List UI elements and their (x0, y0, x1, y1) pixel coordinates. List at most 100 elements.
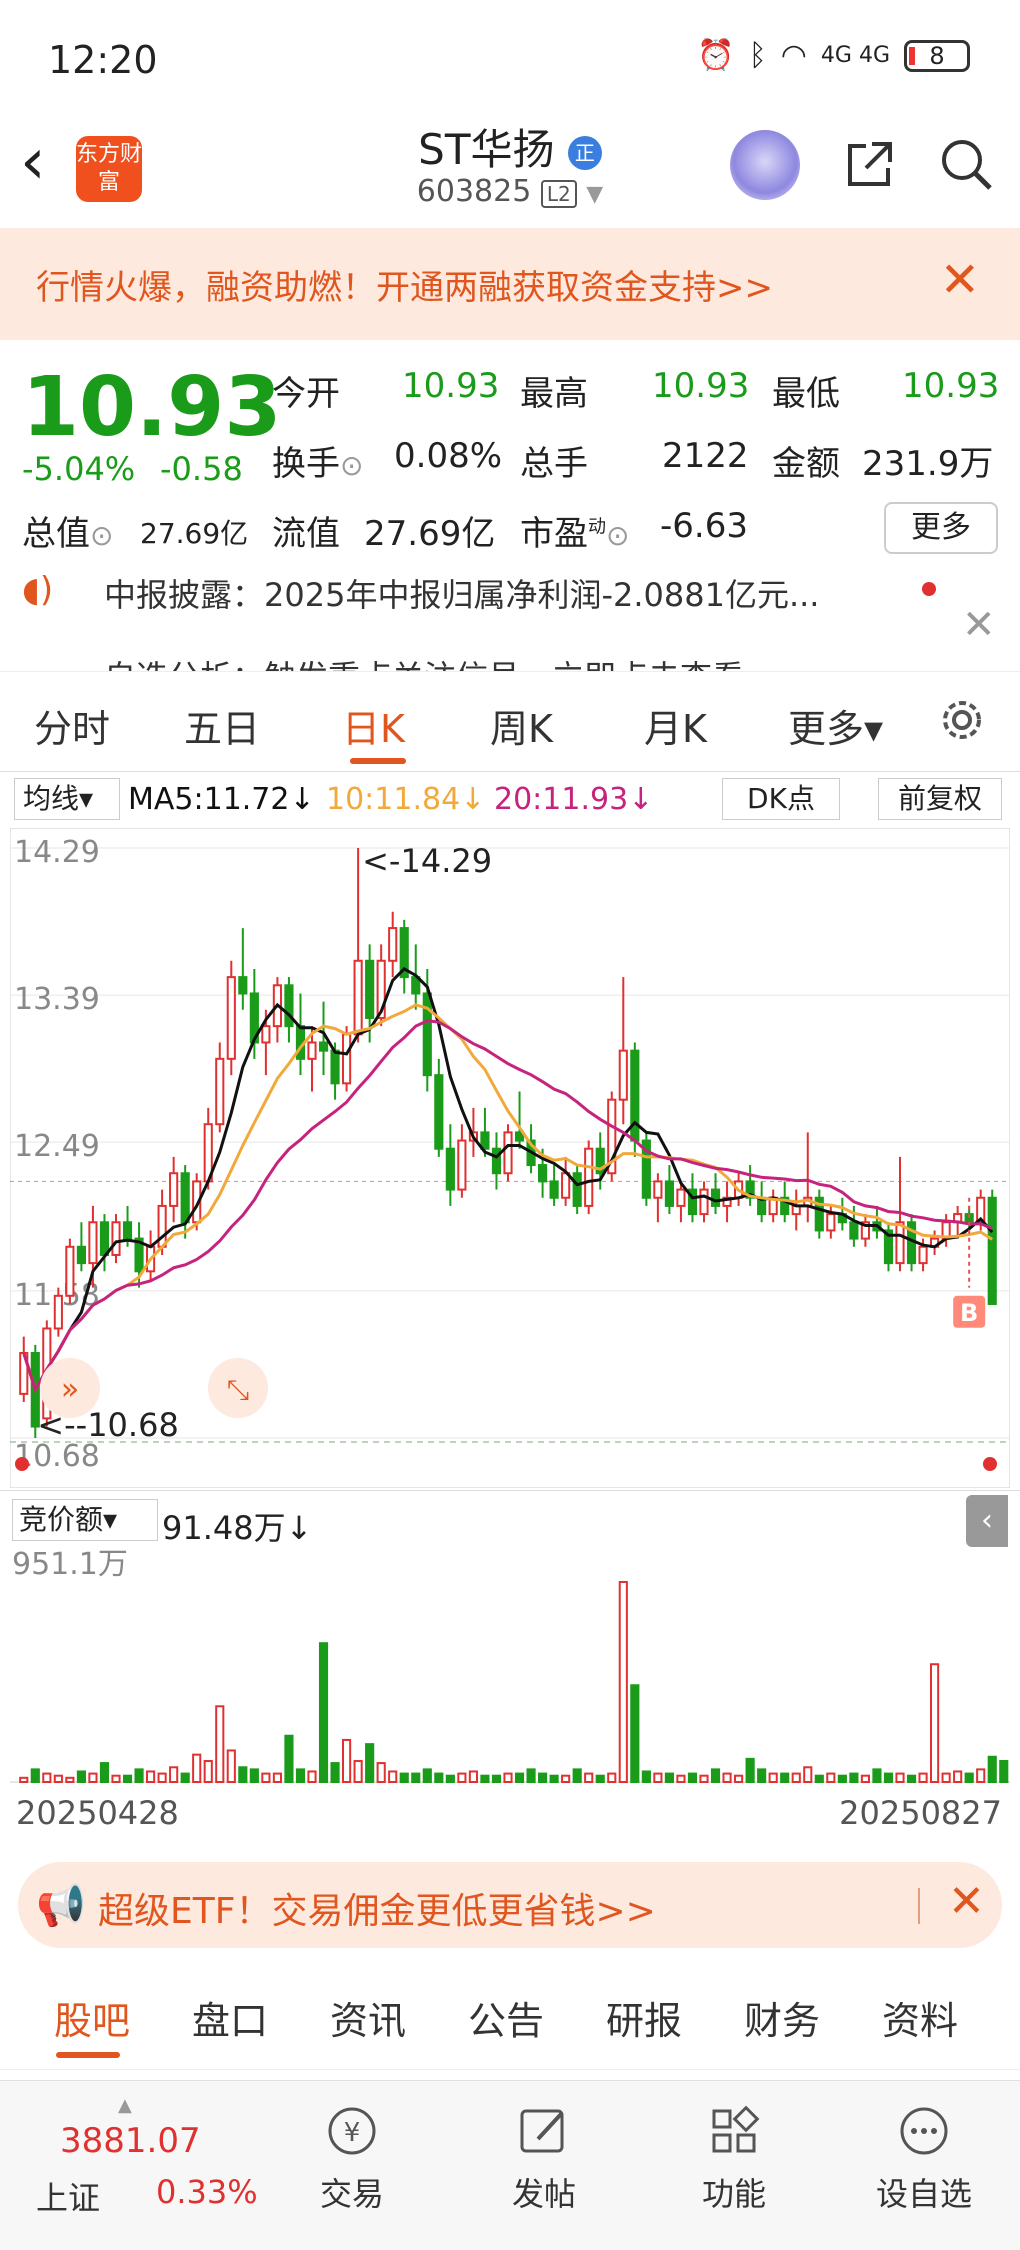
tab-daily-k[interactable]: 日K (342, 698, 405, 753)
more-button[interactable]: 更多 (884, 502, 998, 554)
period-tabs: 分时 五日 日K 周K 月K 更多▾ (0, 672, 1020, 772)
volume-bar (837, 1774, 847, 1784)
double-arrow-glyph: » (61, 1372, 79, 1407)
volume-bar (330, 1762, 340, 1783)
volume-bar (745, 1757, 755, 1783)
candle-body (318, 1041, 329, 1052)
volume-bar (883, 1772, 894, 1783)
close-icon[interactable]: ✕ (948, 1876, 985, 1927)
stock-name: ST华扬 (418, 125, 555, 174)
candle-body (261, 1025, 271, 1044)
tab-orderbook[interactable]: 盘口 (192, 1990, 268, 2045)
volume-bar (676, 1774, 686, 1784)
candle-body (918, 1245, 928, 1265)
stock-code: 603825 (416, 174, 532, 209)
adjust-button[interactable]: 前复权 (878, 778, 1002, 820)
news-ticker[interactable]: ◖) 中报披露：2025年中报归属净利润-2.0881亿元... ✕ 自选分析：… (0, 570, 1020, 672)
pe-value: -6.63 (660, 506, 748, 546)
tab-announcements[interactable]: 公告 (468, 1990, 544, 2045)
mktcap-value: 27.69亿 (140, 517, 249, 550)
functions-button[interactable]: 功能 (674, 2101, 794, 2215)
add-watchlist-button[interactable]: 设自选 (864, 2101, 984, 2215)
volume-bar (261, 1772, 271, 1783)
current-price: 10.93 (22, 360, 282, 455)
tab-forum[interactable]: 股吧 (54, 1990, 130, 2045)
assistant-avatar[interactable] (730, 130, 800, 200)
edit-icon (520, 2109, 564, 2153)
candle-body (307, 1041, 317, 1060)
volume-bar (422, 1768, 432, 1783)
candle-body (676, 1188, 686, 1207)
gear-icon[interactable] (936, 694, 988, 746)
volume-bar (88, 1772, 98, 1783)
tab-more[interactable]: 更多▾ (788, 698, 883, 753)
volume-selector[interactable]: 竞价额▾ (12, 1499, 158, 1541)
close-icon[interactable]: ✕ (962, 602, 996, 648)
volume-bar (353, 1759, 363, 1784)
tab-underline (56, 2052, 120, 2058)
tab-five-day[interactable]: 五日 (184, 698, 260, 753)
volume-bar (757, 1768, 767, 1783)
close-icon[interactable]: ✕ (940, 252, 980, 308)
candle-body (895, 1221, 905, 1265)
candle-body (65, 1245, 75, 1297)
turnover-label-text: 换手 (272, 444, 340, 484)
tab-profile[interactable]: 资料 (882, 1990, 958, 2045)
tab-news[interactable]: 资讯 (330, 1990, 406, 2045)
speaker-icon: ◖) (22, 570, 54, 610)
volume-bar (872, 1768, 882, 1783)
dk-point-button[interactable]: DK点 (722, 778, 840, 820)
candle-body (445, 1147, 455, 1191)
status-time: 12:20 (48, 38, 158, 82)
megaphone-icon: 📢 (36, 1883, 86, 1929)
volume-bar (134, 1768, 144, 1783)
candle-body (987, 1196, 997, 1305)
volume-bar (964, 1772, 974, 1783)
ma20-value: 20:11.93↓ (494, 782, 654, 817)
grid-icon (712, 2105, 760, 2153)
volume-bar (814, 1774, 824, 1784)
low-value: 10.93 (902, 366, 1000, 406)
candle-body (122, 1221, 133, 1240)
buy-marker-label: B (960, 1299, 978, 1327)
candle-body (422, 992, 432, 1077)
promo-banner[interactable]: 行情火爆，融资助燃！开通两融获取资金支持>> ✕ (0, 228, 1020, 340)
tab-intraday[interactable]: 分时 (34, 698, 110, 753)
collapse-icon[interactable]: ‹ (966, 1495, 1008, 1547)
volume-bar (65, 1776, 75, 1783)
news-line[interactable]: 中报披露：2025年中报归属净利润-2.0881亿元... (104, 570, 819, 616)
change-amount: -0.58 (160, 450, 243, 488)
candle-body (180, 1172, 190, 1224)
wifi-icon: ◠ (780, 38, 807, 73)
amount-label: 金额 (772, 444, 840, 484)
turnover-value: 0.08% (394, 436, 503, 476)
search-icon[interactable] (938, 136, 994, 192)
post-button[interactable]: 发帖 (484, 2101, 604, 2215)
index-value[interactable]: 3881.07 (60, 2121, 201, 2161)
tab-research[interactable]: 研报 (606, 1990, 682, 2045)
volume-bar (618, 1581, 628, 1783)
volume-bar (388, 1770, 398, 1784)
ma-selector[interactable]: 均线▾ (14, 778, 120, 820)
tab-weekly-k[interactable]: 周K (490, 698, 553, 753)
tab-monthly-k[interactable]: 月K (644, 698, 707, 753)
candle-body (434, 1074, 444, 1150)
stock-name-tag: 正 (567, 135, 602, 170)
info-icon: ⊙ (340, 449, 364, 482)
trade-button[interactable]: ¥ 交易 (292, 2101, 412, 2215)
alarm-icon: ⏰ (697, 38, 735, 73)
candle-body (53, 1294, 63, 1330)
high-label: 最高 (520, 374, 588, 414)
candle-body (388, 927, 398, 962)
current-dot (983, 1457, 997, 1471)
etf-banner[interactable]: 📢 超级ETF！交易佣金更低更省钱>> ✕ (18, 1862, 1002, 1948)
volume-bar (203, 1759, 213, 1784)
add-watchlist-label: 设自选 (875, 2175, 972, 2213)
tab-finance[interactable]: 财务 (744, 1990, 820, 2045)
news-line[interactable]: 自选分析：触发重点关注信号，立即点击查看 (104, 652, 744, 671)
volume-bar (710, 1768, 721, 1783)
unread-dot (922, 582, 936, 596)
candlestick-chart[interactable]: 14.2913.3912.4911.5810.68<-14.29<--10.68… (10, 828, 1010, 1488)
volume-bar (480, 1774, 490, 1784)
share-icon[interactable] (842, 136, 898, 192)
